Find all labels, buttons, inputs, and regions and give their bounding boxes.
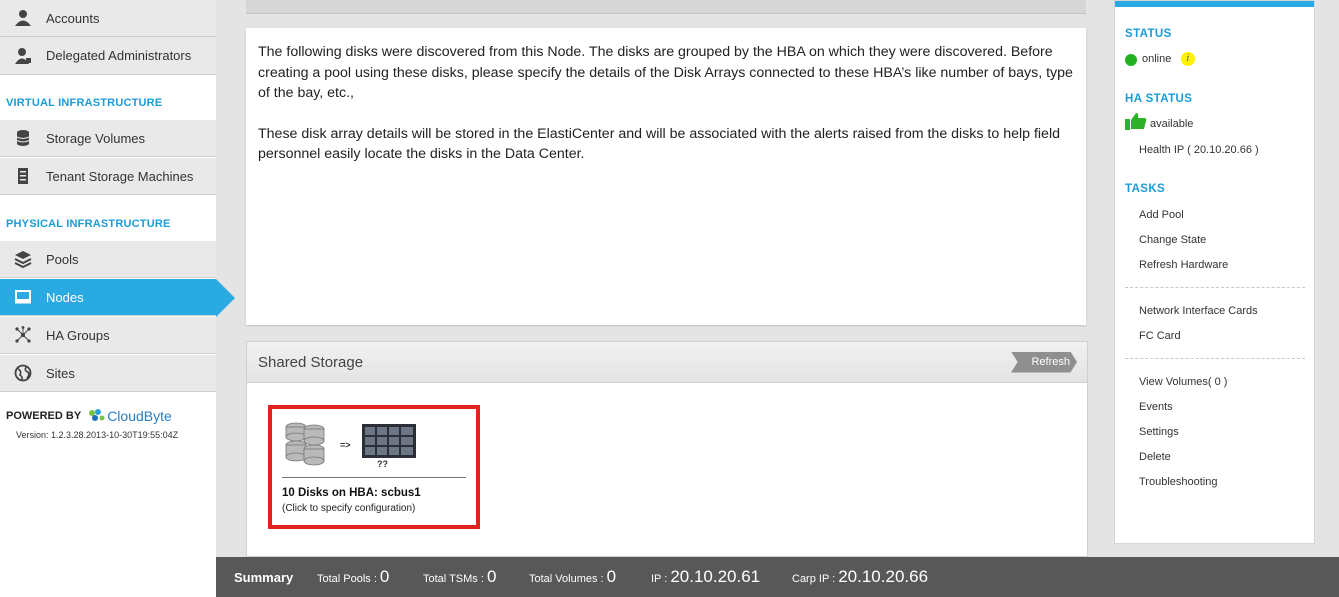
unknown-array-label: ?? bbox=[377, 459, 388, 469]
main-content: The following disks were discovered from… bbox=[216, 0, 1100, 557]
total-tsms-value: 0 bbox=[486, 567, 497, 586]
total-volumes-value: 0 bbox=[606, 567, 617, 586]
ip-value: 20.10.20.61 bbox=[670, 567, 761, 586]
admin-user-icon bbox=[0, 47, 46, 65]
hba-card-subtitle: (Click to specify configuration) bbox=[282, 503, 416, 514]
total-tsms-label: Total TSMs : bbox=[423, 573, 484, 585]
sidebar-item-ha-groups[interactable]: HA Groups bbox=[0, 317, 216, 354]
task-delete[interactable]: Delete bbox=[1139, 451, 1171, 463]
cloudbyte-logo-icon bbox=[89, 409, 105, 421]
tasks-divider-2 bbox=[1125, 358, 1305, 359]
discovery-info-box: The following disks were discovered from… bbox=[246, 28, 1086, 325]
sidebar-item-label: Storage Volumes bbox=[46, 130, 146, 146]
server-icon bbox=[0, 167, 46, 185]
total-tsms: Total TSMs : 0 bbox=[423, 567, 496, 587]
shared-storage-header: Shared Storage Refresh bbox=[247, 342, 1087, 383]
task-network-interface-cards[interactable]: Network Interface Cards bbox=[1139, 305, 1258, 317]
right-panel: STATUS online i HA STATUS available Heal… bbox=[1114, 0, 1315, 544]
ip-label: IP : bbox=[651, 573, 668, 585]
sidebar-item-delegated-administrators[interactable]: Delegated Administrators bbox=[0, 37, 216, 75]
tasks-divider-1 bbox=[1125, 287, 1305, 288]
total-volumes: Total Volumes : 0 bbox=[529, 567, 616, 587]
task-settings[interactable]: Settings bbox=[1139, 426, 1179, 438]
hba-card-scbus1[interactable]: => ?? 10 Disks on HBA: scbus1 (Click to … bbox=[268, 405, 480, 529]
ha-status-value: available bbox=[1150, 118, 1194, 130]
section-title-virtual: VIRTUAL INFRASTRUCTURE bbox=[6, 97, 163, 109]
network-icon bbox=[0, 326, 46, 344]
total-pools-value: 0 bbox=[379, 567, 390, 586]
sidebar-item-label: Nodes bbox=[46, 289, 84, 305]
info-icon[interactable]: i bbox=[1181, 52, 1195, 66]
sidebar-item-label: Accounts bbox=[46, 10, 100, 26]
status-title: STATUS bbox=[1125, 28, 1172, 40]
sidebar-item-pools[interactable]: Pools bbox=[0, 241, 216, 278]
section-title-physical: PHYSICAL INFRASTRUCTURE bbox=[6, 218, 171, 230]
sidebar-item-label: Sites bbox=[46, 365, 75, 381]
sidebar-item-accounts[interactable]: Accounts bbox=[0, 0, 216, 37]
layers-icon bbox=[0, 250, 46, 268]
sidebar: Accounts Delegated Administrators VIRTUA… bbox=[0, 0, 235, 597]
task-view-volumes[interactable]: View Volumes( 0 ) bbox=[1139, 376, 1227, 388]
status-value: online bbox=[1142, 53, 1172, 65]
node-ip: IP : 20.10.20.61 bbox=[651, 567, 760, 587]
carp-ip-value: 20.10.20.66 bbox=[838, 567, 929, 586]
sidebar-item-label: Tenant Storage Machines bbox=[46, 168, 194, 184]
arrow-text: => bbox=[340, 440, 351, 450]
disks-icon bbox=[285, 422, 325, 466]
task-fc-card[interactable]: FC Card bbox=[1139, 330, 1181, 342]
sidebar-item-tenant-storage-machines[interactable]: Tenant Storage Machines bbox=[0, 158, 216, 195]
refresh-button[interactable]: Refresh bbox=[1011, 351, 1077, 373]
node-icon bbox=[0, 288, 46, 306]
thumbs-up-icon bbox=[1125, 113, 1147, 130]
health-ip: Health IP ( 20.10.20.66 ) bbox=[1139, 144, 1259, 156]
sidebar-item-label: Pools bbox=[46, 251, 79, 267]
hba-card-title: 10 Disks on HBA: scbus1 bbox=[282, 487, 421, 499]
globe-icon bbox=[0, 364, 46, 382]
database-icon bbox=[0, 129, 46, 147]
total-pools: Total Pools : 0 bbox=[317, 567, 389, 587]
top-panel-edge bbox=[246, 0, 1086, 14]
powered-by: POWERED BY CloudByte bbox=[6, 408, 172, 424]
cloudbyte-logo-text: CloudByte bbox=[107, 408, 172, 424]
info-paragraph-2: These disk array details will be stored … bbox=[258, 125, 1060, 163]
summary-bar: Summary Total Pools : 0 Total TSMs : 0 T… bbox=[216, 557, 1339, 597]
sidebar-item-label: HA Groups bbox=[46, 327, 110, 343]
carp-ip-label: Carp IP : bbox=[792, 573, 836, 585]
task-refresh-hardware[interactable]: Refresh Hardware bbox=[1139, 259, 1228, 271]
hba-card-divider bbox=[282, 477, 466, 478]
total-volumes-label: Total Volumes : bbox=[529, 573, 604, 585]
task-troubleshooting[interactable]: Troubleshooting bbox=[1139, 476, 1217, 488]
cloudbyte-logo: CloudByte bbox=[87, 408, 172, 424]
ha-status-title: HA STATUS bbox=[1125, 93, 1193, 105]
task-events[interactable]: Events bbox=[1139, 401, 1173, 413]
shared-storage-title: Shared Storage bbox=[258, 353, 364, 371]
task-add-pool[interactable]: Add Pool bbox=[1139, 209, 1184, 221]
sidebar-item-label: Delegated Administrators bbox=[46, 48, 192, 63]
version-text: Version: 1.2.3.28.2013-10-30T19:55:04Z bbox=[16, 430, 179, 440]
sidebar-item-storage-volumes[interactable]: Storage Volumes bbox=[0, 120, 216, 157]
disk-array-icon bbox=[362, 424, 416, 458]
online-status-icon bbox=[1125, 54, 1137, 66]
total-pools-label: Total Pools : bbox=[317, 573, 377, 585]
sidebar-item-sites[interactable]: Sites bbox=[0, 355, 216, 392]
tasks-title: TASKS bbox=[1125, 183, 1166, 195]
info-paragraph-1: The following disks were discovered from… bbox=[258, 44, 1073, 101]
shared-storage-panel: Shared Storage Refresh => ?? 10 Disks on… bbox=[246, 341, 1088, 557]
right-panel-accent bbox=[1115, 1, 1314, 7]
sidebar-item-nodes[interactable]: Nodes bbox=[0, 279, 235, 317]
carp-ip: Carp IP : 20.10.20.66 bbox=[792, 567, 928, 587]
user-icon bbox=[0, 9, 46, 27]
task-change-state[interactable]: Change State bbox=[1139, 234, 1206, 246]
summary-label: Summary bbox=[234, 569, 294, 585]
powered-by-label: POWERED BY bbox=[6, 410, 82, 422]
